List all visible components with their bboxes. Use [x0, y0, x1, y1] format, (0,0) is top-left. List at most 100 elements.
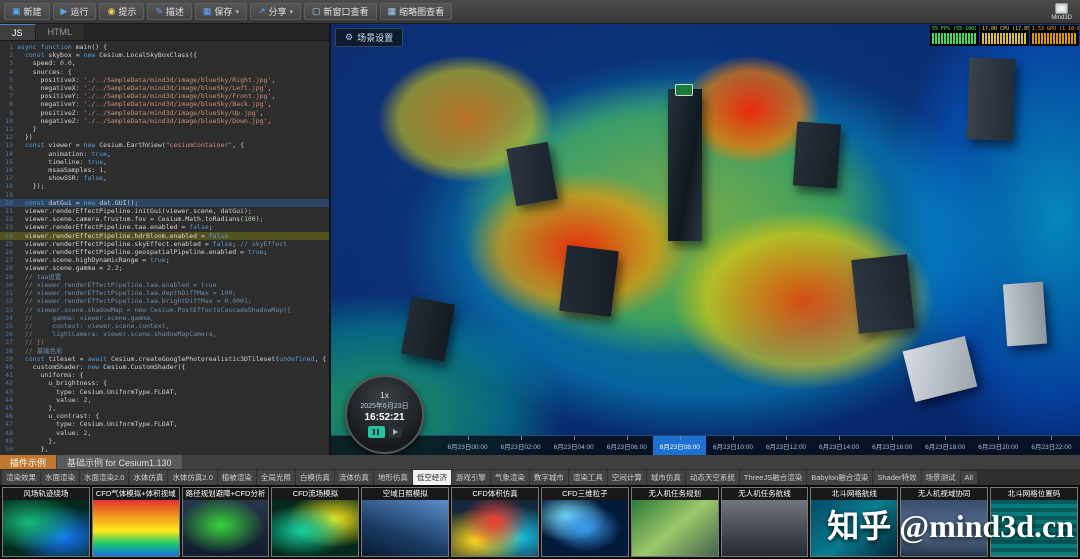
- category-tab[interactable]: 地形仿真: [373, 469, 412, 485]
- category-tab[interactable]: 气象渲染: [490, 469, 529, 485]
- code-line[interactable]: 46 u_contrast: {: [0, 412, 329, 420]
- code-line[interactable]: 41 uniforms: {: [0, 371, 329, 379]
- code-line[interactable]: 17 showSSR: false,: [0, 174, 329, 182]
- timeline-tick[interactable]: 6月23日00:00: [441, 436, 494, 455]
- timeline-tick[interactable]: 6月23日12:00: [759, 436, 812, 455]
- code-line[interactable]: 48 value: 2,: [0, 429, 329, 437]
- category-tab[interactable]: 空间计算: [607, 469, 646, 485]
- code-line[interactable]: 3 speed: 0.0,: [0, 59, 329, 67]
- code-line[interactable]: 15 timeline: true,: [0, 158, 329, 166]
- code-line[interactable]: 31 // viewer.renderEffectPipeline.taa.de…: [0, 289, 329, 297]
- example-card[interactable]: 风场轨迹绕场: [2, 487, 90, 557]
- 3d-scene[interactable]: [331, 24, 1080, 455]
- code-line[interactable]: 37 // }): [0, 338, 329, 346]
- code-line[interactable]: 22 viewer.scene.camera.frustum.fov = Ces…: [0, 215, 329, 223]
- category-tab[interactable]: All: [960, 470, 977, 484]
- example-card[interactable]: 无人机任务航线: [720, 487, 809, 557]
- code-line[interactable]: 27 viewer.scene.highDynamicRange = true;: [0, 256, 329, 264]
- code-line[interactable]: 5 positiveX: './../SampleData/mind3d/ima…: [0, 76, 329, 84]
- example-card[interactable]: CFD流场模拟: [271, 487, 360, 557]
- code-line[interactable]: 11 }: [0, 125, 329, 133]
- category-tab[interactable]: 水面渲染: [41, 469, 79, 485]
- timeline-tick[interactable]: 6月23日06:00: [600, 436, 653, 455]
- category-tab[interactable]: 数字城市: [529, 469, 568, 485]
- category-tab[interactable]: 水面渲染2.0: [80, 469, 129, 485]
- code-line[interactable]: 47 type: Cesium.UniformType.FLOAT,: [0, 420, 329, 428]
- code-line[interactable]: 2 const skybox = new Cesium.LocalSkyBoxC…: [0, 51, 329, 59]
- timeline-tick[interactable]: 6月23日22:00: [1025, 436, 1078, 455]
- example-card[interactable]: 无人机任务规划: [630, 487, 719, 557]
- category-tab[interactable]: 场景测试: [921, 469, 960, 485]
- code-line[interactable]: 9 positiveZ: './../SampleData/mind3d/ima…: [0, 109, 329, 117]
- code-line[interactable]: 33 // viewer.scene.shadowMap = new Cesiu…: [0, 306, 329, 314]
- example-card[interactable]: CFD气体模拟+体积视域: [91, 487, 180, 557]
- code-line[interactable]: 43 type: Cesium.UniformType.FLOAT,: [0, 388, 329, 396]
- timeline-tick[interactable]: 6月23日18:00: [919, 436, 972, 455]
- example-card[interactable]: CFD体积仿真: [451, 487, 539, 557]
- code-line[interactable]: 14 animation: true,: [0, 150, 329, 158]
- code-line[interactable]: 6 negativeX: './../SampleData/mind3d/ima…: [0, 84, 329, 92]
- category-tab[interactable]: 白模仿真: [295, 469, 334, 485]
- toolbar-button[interactable]: ↗ 分享 ▾: [249, 3, 302, 20]
- code-line[interactable]: 32 // viewer.renderEffectPipeline.taa.br…: [0, 297, 329, 305]
- timeline-tick[interactable]: 6月23日16:00: [866, 436, 919, 455]
- code-line[interactable]: 26 viewer.renderEffectPipeline.geospatia…: [0, 248, 329, 256]
- category-tab[interactable]: Shader特效: [873, 469, 921, 485]
- toolbar-button[interactable]: ▣ 新建: [4, 3, 50, 20]
- code-line[interactable]: 34 // gamma: viewer.scene.gamma,: [0, 314, 329, 322]
- code-line[interactable]: 40 customShader: new Cesium.CustomShader…: [0, 363, 329, 371]
- code-line[interactable]: 4 sources: {: [0, 68, 329, 76]
- category-tab[interactable]: ThreeJS融合渲染: [739, 469, 807, 485]
- code-line[interactable]: 7 positiveY: './../SampleData/mind3d/ima…: [0, 92, 329, 100]
- code-line[interactable]: 18 });: [0, 182, 329, 190]
- toolbar-button[interactable]: ▶ 运行: [52, 3, 97, 20]
- timeline-tick[interactable]: 6月23日20:00: [972, 436, 1025, 455]
- timeline-tick[interactable]: 6月23日04:00: [547, 436, 600, 455]
- toolbar-button[interactable]: ◉ 提示: [99, 3, 145, 20]
- code-line[interactable]: 19: [0, 191, 329, 199]
- code-line[interactable]: 45 },: [0, 404, 329, 412]
- code-line[interactable]: 1 async function main() {: [0, 43, 329, 51]
- perf-stat-panel[interactable]: 17.00 CPU (17.85-27.85): [980, 25, 1029, 46]
- category-tab[interactable]: 植被渲染: [217, 469, 256, 485]
- code-line[interactable]: 38 // 基础色彩: [0, 347, 329, 355]
- code-line[interactable]: 44 value: 2,: [0, 396, 329, 404]
- code-line[interactable]: 8 negativeY: './../SampleData/mind3d/ima…: [0, 100, 329, 108]
- code-line[interactable]: 35 // context: viewer.scene.context,: [0, 322, 329, 330]
- toolbar-button[interactable]: ▢ 新窗口查看: [304, 3, 377, 20]
- code-line[interactable]: 23 viewer.renderEffectPipeline.taa.enabl…: [0, 223, 329, 231]
- timeline-tick[interactable]: 6月23日02:00: [494, 436, 547, 455]
- perf-stat-panel[interactable]: 55 FPS (55-100): [930, 25, 979, 46]
- category-tab[interactable]: 动态天空系统: [685, 469, 739, 485]
- toolbar-button[interactable]: ▦ 缩略图查看: [379, 3, 453, 20]
- category-tab[interactable]: 游戏引擎: [451, 469, 490, 485]
- editor-tab-js[interactable]: JS: [0, 24, 36, 40]
- pause-button[interactable]: [367, 426, 385, 438]
- example-card[interactable]: 路径规划避障+CFD分析: [181, 487, 270, 557]
- editor-tab-html[interactable]: HTML: [35, 24, 86, 40]
- code-line[interactable]: 24 viewer.renderEffectPipeline.hdrBloom.…: [0, 231, 329, 240]
- code-line[interactable]: 12 }): [0, 133, 329, 141]
- category-tab[interactable]: 水体仿真: [129, 469, 168, 485]
- example-card[interactable]: CFD三维粒子: [540, 487, 629, 557]
- code-line[interactable]: 25 viewer.renderEffectPipeline.skyEffect…: [0, 240, 329, 248]
- example-card[interactable]: 空域日照模拟: [361, 487, 450, 557]
- category-tab[interactable]: 全局光照: [256, 469, 295, 485]
- category-tab[interactable]: 流体仿真: [334, 469, 373, 485]
- code-line[interactable]: 13 const viewer = new Cesium.EarthView("…: [0, 141, 329, 149]
- timeline-tick[interactable]: 6月23日10:00: [706, 436, 759, 455]
- toolbar-button[interactable]: ▦ 保存 ▾: [194, 3, 247, 20]
- code-line[interactable]: 29 // taa设置: [0, 273, 329, 281]
- code-line[interactable]: 49 },: [0, 437, 329, 445]
- category-tab[interactable]: 低空经济: [412, 469, 451, 485]
- code-line[interactable]: 39 const tileset = await Cesium.createGo…: [0, 355, 329, 363]
- toolbar-button[interactable]: ✎ 描述: [147, 3, 192, 20]
- category-tab[interactable]: 渲染效果: [2, 469, 40, 485]
- play-button[interactable]: [388, 426, 402, 438]
- category-tab[interactable]: 渲染工具: [568, 469, 607, 485]
- timeline-tick[interactable]: 6月23日08:00: [653, 436, 707, 455]
- panel-tab[interactable]: 插件示例: [0, 455, 57, 469]
- scene-settings-button[interactable]: ⚙ 场景设置: [335, 28, 404, 47]
- category-tab[interactable]: 城市仿真: [646, 469, 685, 485]
- code-line[interactable]: 21 viewer.renderEffectPipeline.initGui(v…: [0, 207, 329, 215]
